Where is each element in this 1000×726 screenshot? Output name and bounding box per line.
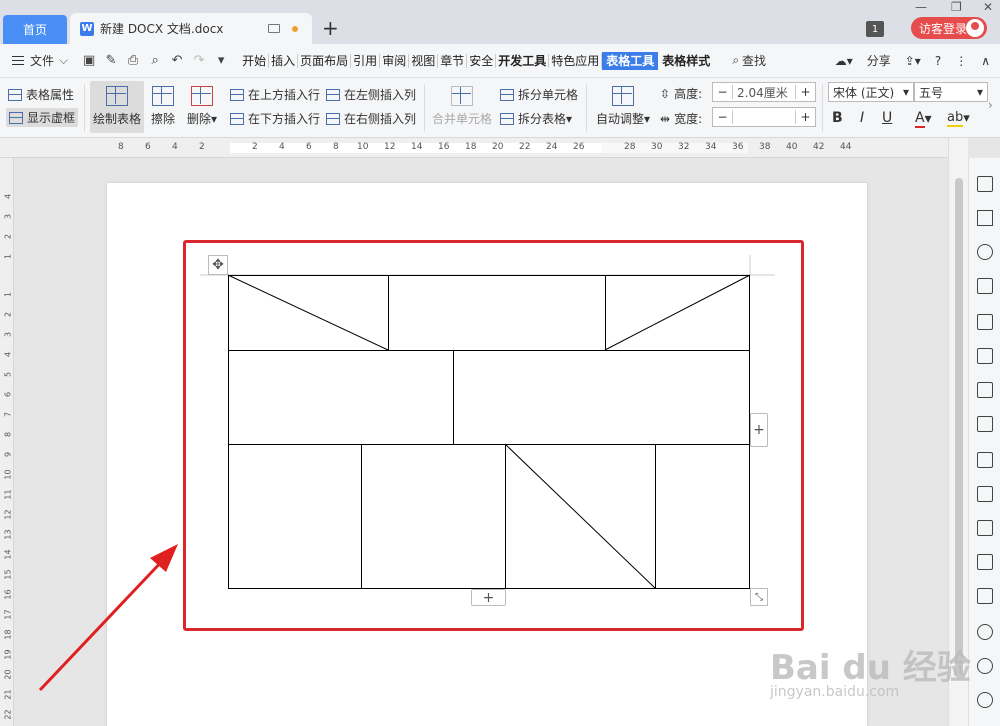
picture-icon[interactable] <box>977 588 993 604</box>
scrollbar-thumb[interactable] <box>955 178 963 678</box>
highlight-box <box>183 240 804 631</box>
help-icon[interactable] <box>977 692 993 708</box>
chart-icon[interactable] <box>977 382 993 398</box>
table-resize-handle[interactable]: ⤡ <box>750 588 768 606</box>
baidu-watermark-logo: Bai du 经验 <box>770 648 971 688</box>
shield-icon[interactable] <box>977 624 993 640</box>
table-icon[interactable] <box>977 314 993 330</box>
grid-apps-icon[interactable] <box>977 348 993 364</box>
export-icon[interactable] <box>977 486 993 502</box>
image-search-icon[interactable] <box>977 452 993 468</box>
table-move-handle[interactable]: ✥ <box>208 255 228 275</box>
add-column-button[interactable]: + <box>750 413 768 447</box>
vertical-scrollbar[interactable] <box>948 138 968 726</box>
shape-icon[interactable] <box>977 244 993 260</box>
translate-icon[interactable] <box>977 520 993 536</box>
settings-sliders-icon[interactable] <box>977 416 993 432</box>
edit-icon[interactable] <box>977 176 993 192</box>
archive-icon[interactable] <box>977 554 993 570</box>
right-sidebar <box>968 158 1000 726</box>
add-row-button[interactable]: + <box>471 589 506 606</box>
select-icon[interactable] <box>977 210 993 226</box>
history-icon[interactable] <box>977 658 993 674</box>
style-icon[interactable] <box>977 278 993 294</box>
baidu-watermark-url: jingyan.baidu.com <box>770 684 900 700</box>
